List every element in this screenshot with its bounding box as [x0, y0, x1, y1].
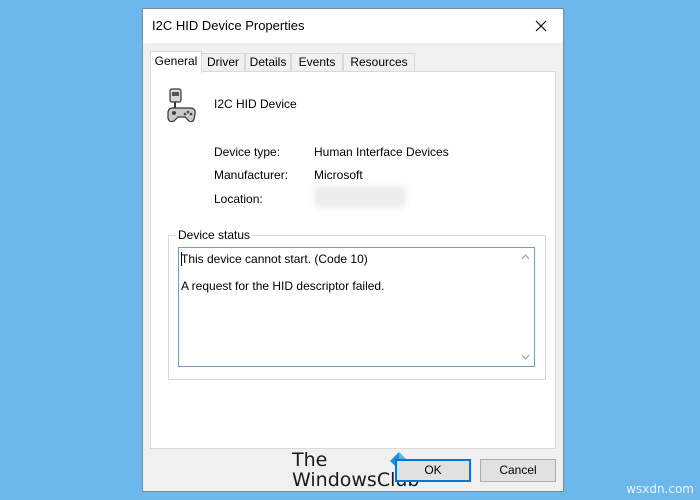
device-name: I2C HID Device — [214, 97, 297, 111]
hid-device-icon — [167, 88, 196, 123]
cancel-button[interactable]: Cancel — [480, 459, 556, 482]
properties-dialog: I2C HID Device Properties General Driver… — [142, 8, 564, 492]
chevron-up-icon — [521, 254, 529, 260]
site-credit: wsxdn.com — [626, 482, 694, 496]
tab-general[interactable]: General — [150, 51, 202, 73]
tab-driver[interactable]: Driver — [201, 53, 245, 72]
tab-events[interactable]: Events — [291, 53, 343, 72]
status-line-2: A request for the HID descriptor failed. — [181, 279, 385, 293]
tab-resources[interactable]: Resources — [343, 53, 415, 72]
title-bar: I2C HID Device Properties — [143, 9, 563, 43]
watermark-line-1: The — [292, 449, 328, 471]
window-title: I2C HID Device Properties — [152, 18, 305, 33]
scroll-up-arrow[interactable] — [520, 252, 530, 262]
device-status-group: Device status This device cannot start. … — [168, 228, 546, 380]
manufacturer-value: Microsoft — [314, 168, 363, 182]
tab-strip: General Driver Details Events Resources — [150, 51, 556, 73]
device-type-value: Human Interface Devices — [314, 145, 449, 159]
location-label: Location: — [214, 192, 263, 206]
general-panel: I2C HID Device Device type: Human Interf… — [150, 71, 556, 491]
device-status-textbox[interactable]: This device cannot start. (Code 10) A re… — [178, 247, 535, 367]
device-type-label: Device type: — [214, 145, 281, 159]
device-status-label: Device status — [176, 228, 253, 242]
ok-button[interactable]: OK — [395, 459, 471, 482]
tab-details[interactable]: Details — [245, 53, 291, 72]
status-line-1: This device cannot start. (Code 10) — [181, 252, 368, 266]
manufacturer-label: Manufacturer: — [214, 168, 289, 182]
chevron-down-icon — [521, 354, 529, 360]
close-icon — [535, 20, 547, 32]
scroll-down-arrow[interactable] — [520, 352, 530, 362]
location-value-redacted — [314, 186, 406, 208]
close-button[interactable] — [519, 9, 563, 43]
